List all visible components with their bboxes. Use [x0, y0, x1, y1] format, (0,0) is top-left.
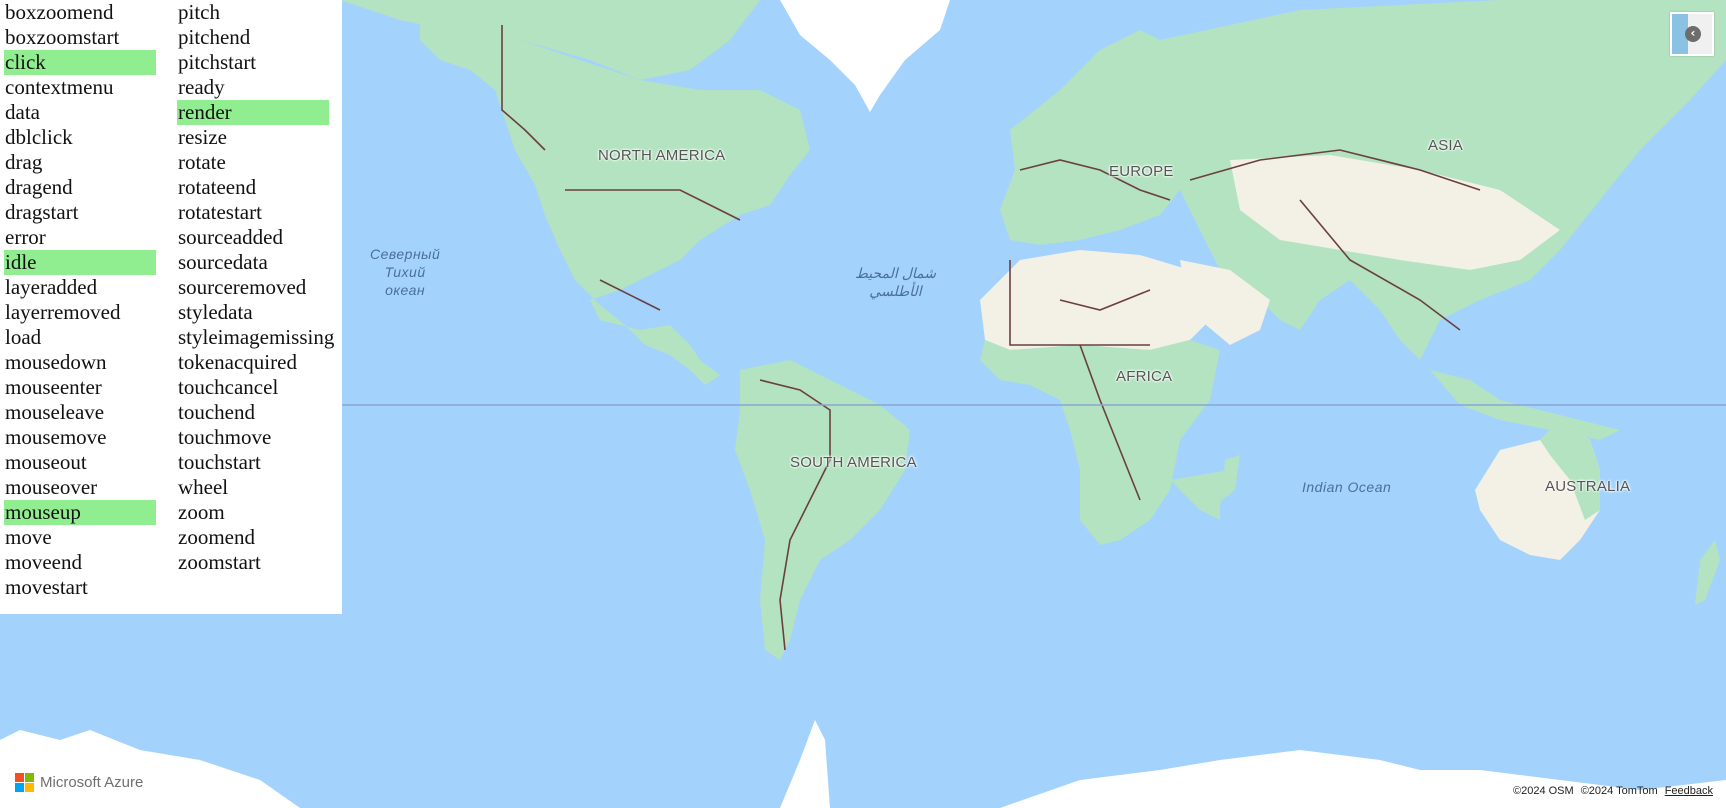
- event-item-mousedown: mousedown: [5, 350, 107, 374]
- event-item-styleimagemissing: styleimagemissing: [178, 325, 335, 349]
- event-item-layerremoved: layerremoved: [5, 300, 121, 324]
- attribution: ©2024 OSM ©2024 TomTom Feedback: [1513, 785, 1713, 797]
- event-item-zoomstart: zoomstart: [178, 550, 261, 574]
- event-item-mouseover: mouseover: [5, 475, 98, 499]
- label-australia: AUSTRALIA: [1545, 478, 1631, 495]
- chevron-left-icon: ‹: [1685, 26, 1701, 42]
- event-item-pitchstart: pitchstart: [178, 50, 257, 74]
- event-item-error: error: [5, 225, 46, 249]
- event-item-load: load: [5, 325, 42, 349]
- label-africa: AFRICA: [1116, 368, 1173, 385]
- event-item-click: click: [4, 50, 156, 75]
- event-item-idle: idle: [4, 250, 156, 275]
- attribution-osm: ©2024 OSM: [1512, 785, 1574, 797]
- event-item-layeradded: layeradded: [5, 275, 98, 299]
- event-column-a: boxzoomend boxzoomstart click contextmenu da…: [4, 0, 156, 600]
- event-item-rotatestart: rotatestart: [178, 200, 262, 224]
- label-indian-ocean: Indian Ocean: [1302, 479, 1392, 495]
- event-item-mouseup: mouseup: [4, 500, 156, 525]
- event-item-drag: drag: [5, 150, 43, 174]
- event-item-touchcancel: touchcancel: [178, 375, 279, 399]
- event-item-touchend: touchend: [178, 400, 255, 424]
- event-item-ready: ready: [178, 75, 225, 99]
- event-item-mouseleave: mouseleave: [5, 400, 105, 424]
- event-item-boxzoomend: boxzoomend: [5, 0, 114, 24]
- event-item-move: move: [5, 525, 52, 549]
- event-item-moveend: moveend: [5, 550, 82, 574]
- event-list-panel: boxzoomend boxzoomstart click contextmenu da…: [0, 0, 342, 614]
- event-item-contextmenu: contextmenu: [5, 75, 114, 99]
- label-europe: EUROPE: [1109, 163, 1174, 180]
- event-item-mouseenter: mouseenter: [5, 375, 102, 399]
- event-item-movestart: movestart: [5, 575, 88, 599]
- feedback-link[interactable]: Feedback: [1665, 785, 1713, 797]
- event-item-pitchend: pitchend: [178, 25, 251, 49]
- event-item-rotateend: rotateend: [178, 175, 257, 199]
- label-north-atlantic: شمال المحيط الأطلسي: [855, 265, 936, 299]
- event-item-dblclick: dblclick: [5, 125, 73, 149]
- label-asia: ASIA: [1428, 137, 1463, 154]
- event-item-touchmove: touchmove: [178, 425, 272, 449]
- event-item-sourcedata: sourcedata: [178, 250, 268, 274]
- event-item-mouseout: mouseout: [5, 450, 87, 474]
- event-item-data: data: [5, 100, 40, 124]
- logo-text: Microsoft Azure: [40, 774, 144, 791]
- event-column-b: pitch pitchend pitchstart ready render resize…: [177, 0, 335, 575]
- event-item-zoomend: zoomend: [178, 525, 255, 549]
- attribution-tomtom: ©2024 TomTom: [1580, 785, 1658, 797]
- event-item-mousemove: mousemove: [5, 425, 107, 449]
- label-north-america: NORTH AMERICA: [598, 147, 726, 164]
- style-picker-button[interactable]: ‹: [1670, 12, 1714, 56]
- label-north-pacific: Северный Тихий океан: [370, 246, 441, 298]
- event-item-pitch: pitch: [178, 0, 220, 24]
- event-item-resize: resize: [178, 125, 227, 149]
- event-item-dragend: dragend: [5, 175, 73, 199]
- event-item-render: render: [177, 100, 329, 125]
- microsoft-logo-icon: [15, 773, 34, 792]
- event-item-wheel: wheel: [178, 475, 229, 499]
- event-item-touchstart: touchstart: [178, 450, 261, 474]
- event-item-dragstart: dragstart: [5, 200, 79, 224]
- event-item-rotate: rotate: [178, 150, 226, 174]
- event-item-zoom: zoom: [178, 500, 225, 524]
- event-item-boxzoomstart: boxzoomstart: [5, 25, 120, 49]
- event-item-sourceadded: sourceadded: [178, 225, 283, 249]
- event-item-sourceremoved: sourceremoved: [178, 275, 307, 299]
- microsoft-azure-logo[interactable]: Microsoft Azure: [15, 773, 143, 792]
- label-south-america: SOUTH AMERICA: [790, 454, 917, 471]
- event-item-tokenacquired: tokenacquired: [178, 350, 297, 374]
- event-item-styledata: styledata: [178, 300, 253, 324]
